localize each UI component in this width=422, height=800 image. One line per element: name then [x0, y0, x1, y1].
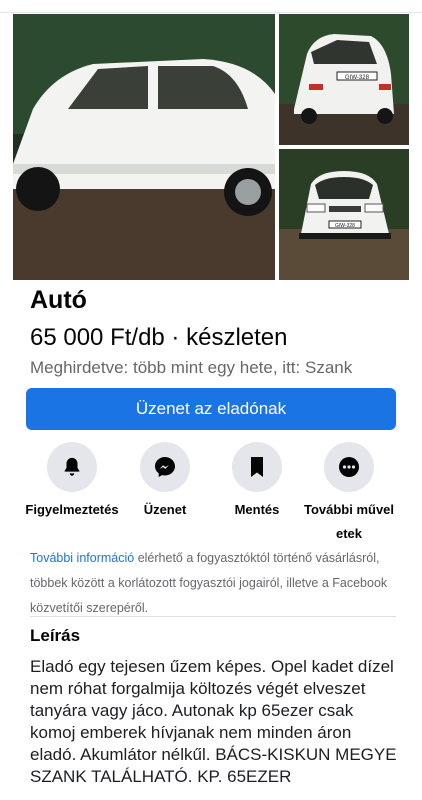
consumer-info-text: További információ elérhető a fogyasztók… — [30, 546, 396, 621]
front-plate-text: GIW-328 — [335, 223, 355, 229]
messenger-icon[interactable] — [140, 442, 190, 492]
alert-action[interactable]: Figyelmeztetés — [25, 442, 119, 522]
listing-price: 65 000 Ft/db · készleten — [30, 324, 288, 351]
message-action-label: Üzenet — [143, 502, 187, 517]
bell-icon[interactable] — [47, 442, 97, 492]
message-seller-button[interactable]: Üzenet az eladónak — [26, 388, 396, 430]
message-action[interactable]: Üzenet — [118, 442, 212, 522]
front-photo[interactable]: GIW-328 — [279, 149, 409, 280]
rear-photo[interactable]: GIW-328 — [279, 14, 409, 145]
bookmark-icon[interactable] — [232, 442, 282, 492]
car-rear-image: GIW-328 — [279, 14, 409, 145]
description-heading: Leírás — [30, 626, 81, 645]
listing-title: Autó — [30, 286, 87, 314]
divider — [30, 616, 396, 617]
more-action[interactable]: További műveletek — [302, 442, 396, 546]
rear-plate-text: GIW-328 — [345, 75, 370, 81]
save-action[interactable]: Mentés — [210, 442, 304, 522]
car-front-image: GIW-328 — [279, 149, 409, 280]
save-action-label: Mentés — [234, 502, 280, 517]
alert-action-label: Figyelmeztetés — [25, 502, 119, 517]
description-text: Eladó egy tejesen űzem képes. Opel kadet… — [30, 657, 397, 786]
listing-meta: Meghirdetve: több mint egy hete, itt: Sz… — [30, 358, 353, 377]
car-side-image — [13, 14, 275, 280]
top-bar — [0, 0, 422, 13]
more-info-link[interactable]: További információ — [30, 551, 134, 565]
more-action-label: További műveletek — [303, 502, 395, 541]
more-icon[interactable] — [324, 442, 374, 492]
main-photo[interactable] — [13, 14, 275, 280]
photo-gallery[interactable]: GIW-328 GIW-328 — [13, 14, 409, 280]
